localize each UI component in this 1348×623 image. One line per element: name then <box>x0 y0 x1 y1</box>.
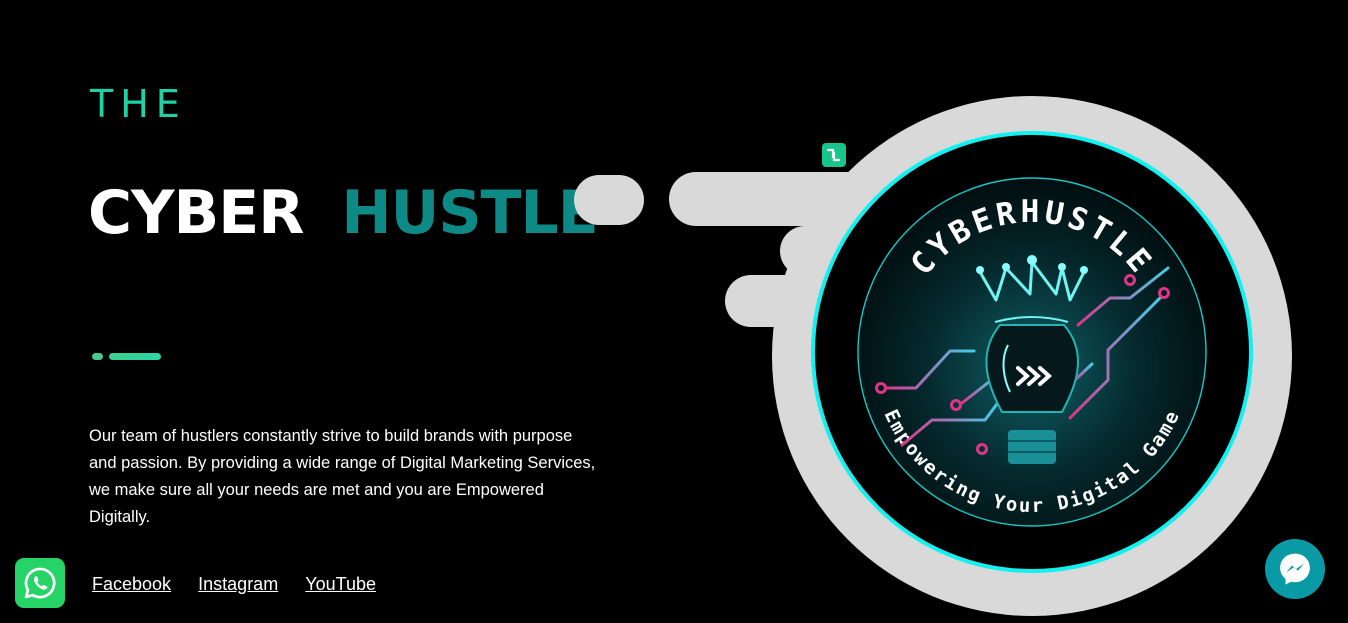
whatsapp-icon <box>24 567 56 599</box>
hero-title: CYBER HUSTLE <box>88 178 599 248</box>
hero-title-part1: CYBER <box>88 178 304 248</box>
divider-dot <box>92 353 103 360</box>
divider-bar <box>109 353 161 360</box>
small-badge-icon <box>822 143 846 167</box>
hero-description: Our team of hustlers constantly strive t… <box>89 427 596 526</box>
messenger-icon <box>1280 553 1310 585</box>
whatsapp-button[interactable] <box>15 558 65 608</box>
hero-illustration: CYBERHUSTLE Empowering Your Digital Game <box>574 96 1292 616</box>
hero-kicker: THE <box>90 82 187 126</box>
social-links: Facebook Instagram YouTube <box>92 574 398 595</box>
facebook-link[interactable]: Facebook <box>92 574 171 594</box>
messenger-button[interactable] <box>1265 539 1325 599</box>
youtube-link[interactable]: YouTube <box>305 574 376 594</box>
instagram-link[interactable]: Instagram <box>198 574 278 594</box>
